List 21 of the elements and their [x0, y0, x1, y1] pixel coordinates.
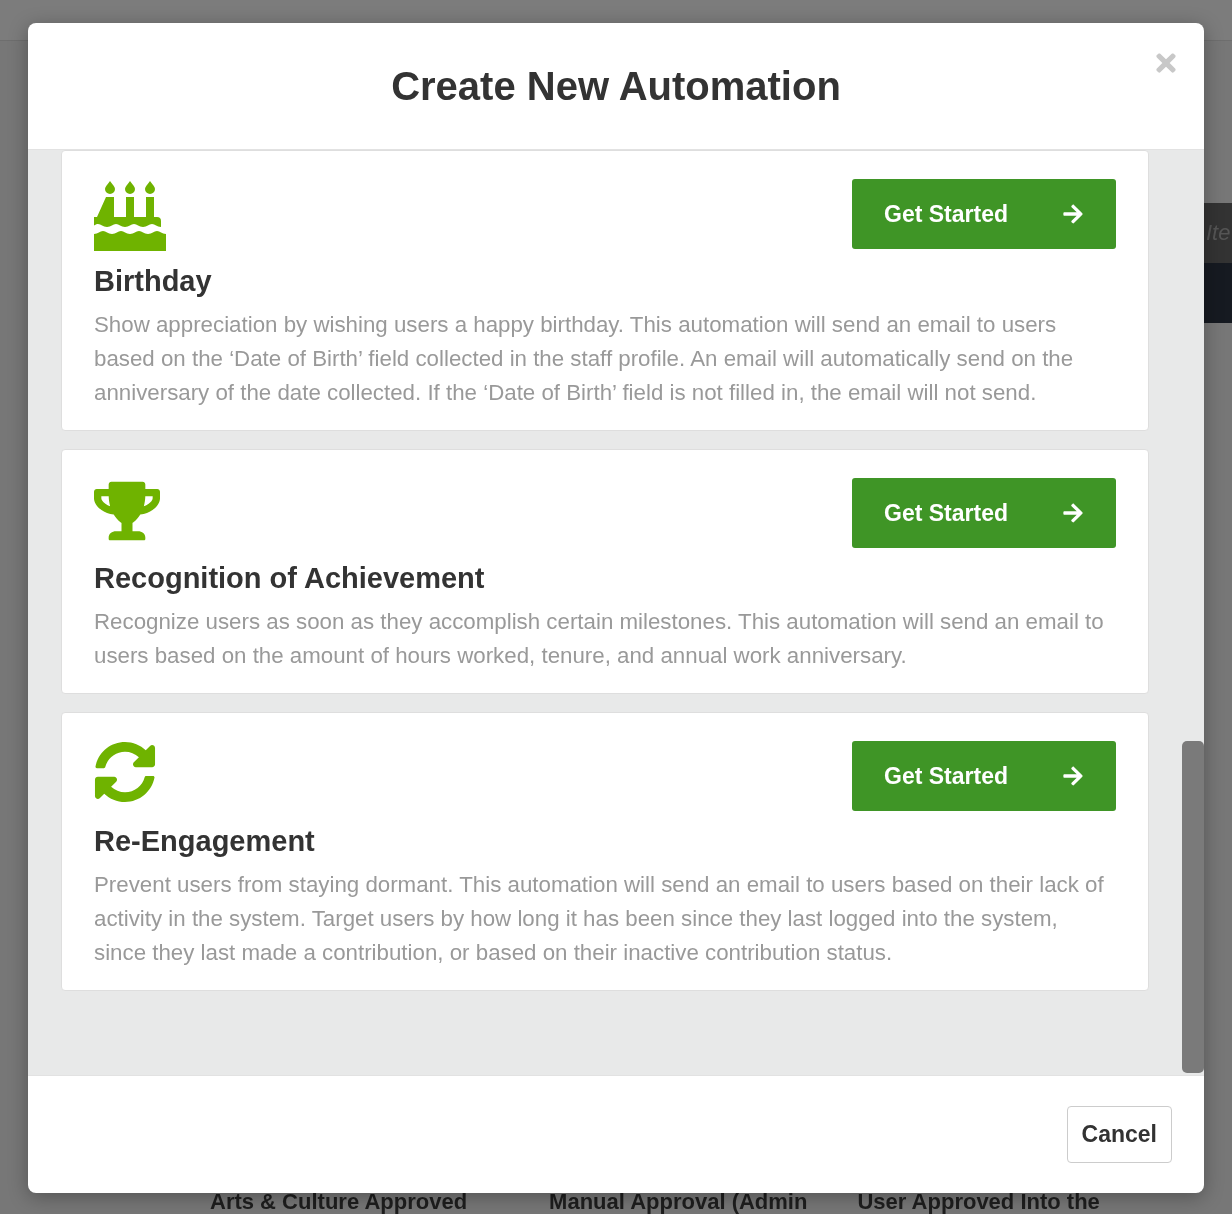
table-header: [1204, 263, 1232, 323]
table-cell: Manual Approval (Admin: [549, 1190, 808, 1214]
table-cell: Arts & Culture Approved: [210, 1190, 468, 1214]
table-cell: User Approved Into the: [857, 1190, 1100, 1214]
arrow-right-icon: [1062, 765, 1084, 787]
scrollbar-thumb[interactable]: [1182, 741, 1204, 1073]
automation-title: Recognition of Achievement: [94, 562, 486, 595]
automation-title: Re-Engagement: [94, 825, 316, 858]
automation-description: Show appreciation by wishing users a happy birthday. This automation will send an email to users based on the ‘Date of Birth’ field collected in the staff profile. An email will automatically send on the anniversary of the date collected. If the ‘Date of Birth’ field is not filled in, the email will not send.: [94, 311, 1075, 407]
arrow-right-icon: [1062, 203, 1084, 225]
get-started-button[interactable]: Get Started: [852, 478, 1116, 548]
arrow-right-icon: [1062, 502, 1084, 524]
automation-description: Recognize users as soon as they accomplish certain milestones. This automation will send an email to users based on the amount of hours worked, tenure, and annual work anniversary.: [94, 608, 1105, 670]
automation-description: Prevent users from staying dormant. This automation will send an email to users based on their lack of activity in the system. Target users by how long it has been since they last logged into the system, since they last made a contribution, or based on their inactive contribution status.: [94, 871, 1105, 967]
automation-title: Birthday: [94, 265, 213, 298]
get-started-button[interactable]: Get Started: [852, 179, 1116, 249]
get-started-button[interactable]: Get Started: [852, 741, 1116, 811]
cake-icon: [94, 179, 166, 251]
refresh-icon: [94, 741, 156, 803]
cancel-button[interactable]: Cancel: [1066, 1106, 1172, 1163]
modal-title: Create New Automation: [391, 63, 841, 109]
